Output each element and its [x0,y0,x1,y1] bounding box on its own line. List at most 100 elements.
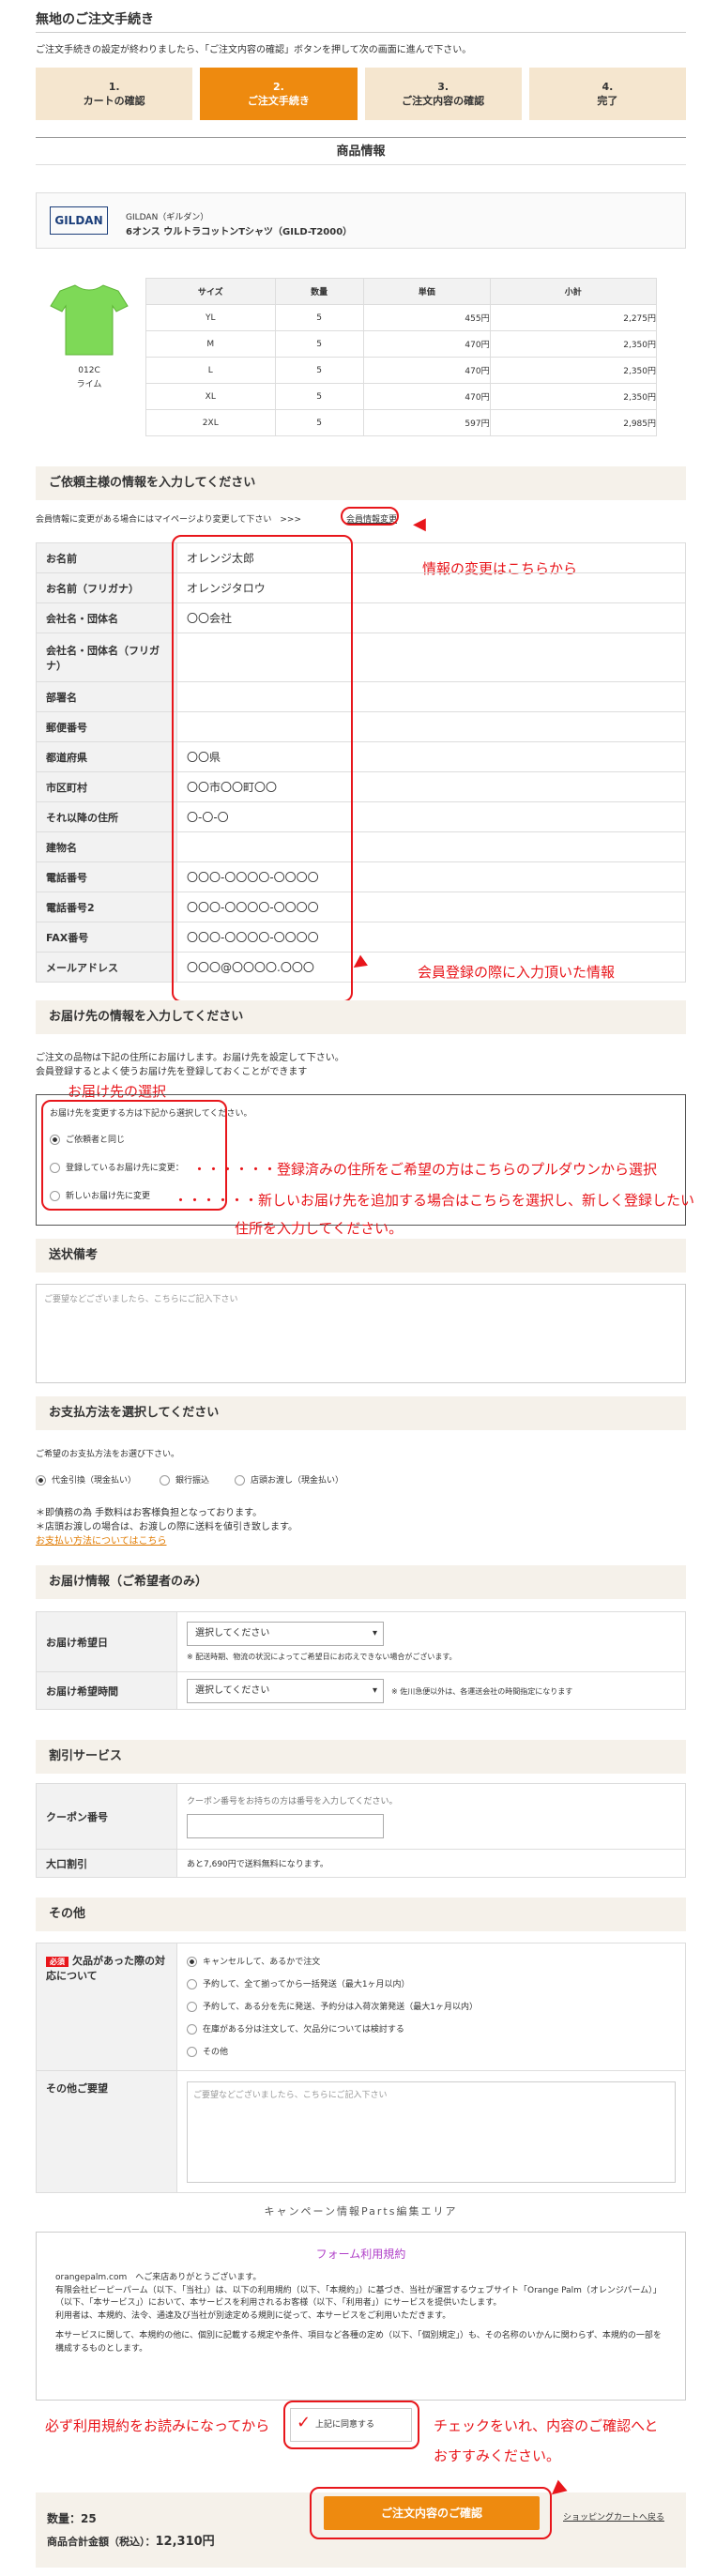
size-table: サイズ 数量 単価 小計 YL 5 455円 2,275円 M 5 470円 2,350円 L 5 470円… [145,278,658,436]
size-cell: 単価 [362,278,491,305]
annotation-terms-3: おすすみください。 [434,2447,561,2464]
field-label: 郵便番号 [36,711,177,742]
field-label: 会社名・団体名 [36,602,177,633]
radio-icon [235,1475,245,1486]
radio-icon [187,2002,197,2012]
step-2: 2. ご注文手続き [200,68,358,120]
confirm-button[interactable]: ご注文内容のご確認 [324,2496,540,2530]
size-cell: 5 [274,357,364,384]
agree-highlight [283,2401,419,2449]
field-label: 建物名 [36,831,177,862]
requester-row: それ以降の住所 〇-〇-〇 [36,801,686,832]
requester-row: 都道府県 〇〇県 [36,741,686,772]
delivery-note-1: ご注文の品物は下記の住所にお届けします。お届け先を設定して下さい。 [36,1053,344,1063]
coupon-note: クーポン番号をお持ちの方は番号を入力してください。 [187,1797,398,1806]
terms-box[interactable]: フォーム利用規約 orangepalm.com へご来店ありがとうございます。 … [36,2232,686,2401]
payment-note-1: ＊即債務の為 手数料はお客様負担となっております。 [36,1508,263,1518]
radio-icon [187,2024,197,2035]
annotation-registered: ・・・・・・登録済みの住所をご希望の方はこちらのプルダウンから選択 [192,1161,658,1178]
stock-option[interactable]: 予約して、全て揃ってから一括発送（最大1ヶ月以内） [187,1977,676,1989]
size-cell: L [145,357,276,384]
terms-p2: 有限会社ビーピーパーム（以下、「当社」）は、以下の利用規約（以下、「本規約」）に… [55,2285,662,2309]
size-cell: 470円 [362,330,491,358]
terms-p1: orangepalm.com へご来店ありがとうございます。 [55,2273,262,2282]
size-cell: M [145,330,276,358]
coupon-label: クーポン番号 [36,1783,177,1850]
field-label: メールアドレス [36,952,177,983]
size-cell: XL [145,383,276,410]
payment-info-link[interactable]: お支払い方法についてはこちら [36,1532,167,1547]
size-cell: YL [145,304,276,331]
stock-option[interactable]: 在庫がある分は注文して、欠品分については検討する [187,2022,676,2035]
product-name: 6オンス ウルトラコットンTシャツ（GILD-T2000） [126,227,353,237]
requester-table: お名前 オレンジ太郎 お名前（フリガナ） オレンジタロウ 会社名・団体名 〇〇会社 会社名・… [36,542,686,983]
payment-store[interactable]: 店頭お渡し（現金払い） [235,1473,343,1486]
radio-icon [187,1979,197,1989]
requester-row: 会社名・団体名（フリガナ） [36,633,686,682]
radio-icon [36,1475,46,1486]
size-cell: 2,350円 [489,383,658,410]
terms-p3: 利用者は、本規約、法令、通達及び当社が別途定める規則に従って、本サービスをご利用… [55,2310,451,2321]
stock-option[interactable]: キャンセルして、あるかで注文 [187,1955,676,1967]
required-badge: 必須 [46,1957,69,1967]
bulk-note: あと7,690円で送料無料になります。 [176,1849,686,1878]
wish-table: お届け希望日選択してください ※ 配送時期、物流の状況によってご希望日にお応えでき… [36,1611,686,1710]
request-textarea[interactable]: ご要望などございましたら、こちらにご記入下さい [187,2081,676,2183]
size-cell: 2,350円 [489,330,658,358]
size-cell: 2,350円 [489,357,658,384]
member-info-highlight [172,535,353,1002]
discount-section-title: 割引サービス [36,1740,686,1774]
terms-p4: 本サービスに関して、本規約の他に、個別に記載する規定や条件、項目など各種の定め（… [55,2331,662,2354]
payment-cod[interactable]: 代金引換（現金払い） [36,1473,136,1486]
requester-row: 電話番号2 〇〇〇-〇〇〇〇-〇〇〇〇 [36,892,686,922]
payment-bank[interactable]: 銀行振込 [160,1473,209,1486]
size-cell: 5 [274,383,364,410]
other-section-title: その他 [36,1898,686,1931]
requester-row: お名前（フリガナ） オレンジタロウ [36,572,686,603]
payment-section-title: お支払方法を選択してください [36,1396,686,1430]
field-label: 電話番号2 [36,892,177,922]
step-3: 3. ご注文内容の確認 [364,68,522,120]
back-to-cart-link[interactable]: ショッピングカートへ戻る [563,2510,664,2523]
date-note: ※ 配送時期、物流の状況によってご希望日にお応えできない場合がございます。 [187,1653,457,1661]
stock-option[interactable]: その他 [187,2045,676,2057]
coupon-input[interactable] [187,1814,384,1838]
remarks-textarea[interactable]: ご要望などございましたら、こちらにご記入下さい [36,1284,686,1383]
field-label: お名前 [36,542,177,573]
size-row: M 5 470円 2,350円 [145,330,658,358]
requester-section-title: ご依頼主様の情報を入力してください [36,466,686,500]
change-note: 会員情報に変更がある場合にはマイページより変更して下さい >>> [36,515,301,525]
discount-table: クーポン番号 クーポン番号をお持ちの方は番号を入力してください。 大口割引 あと7,… [36,1783,686,1878]
requester-row: FAX番号 〇〇〇-〇〇〇〇-〇〇〇〇 [36,922,686,953]
stock-options: キャンセルして、あるかで注文 予約して、全て揃ってから一括発送（最大1ヶ月以内） 予… [176,1943,686,2071]
payment-note-2: ＊店頭お渡しの場合は、お渡しの際に送料を値引き致します。 [36,1522,297,1532]
time-select[interactable]: 選択してください [187,1678,384,1703]
other-table: 必須 欠品があった際の対応について キャンセルして、あるかで注文 予約して、全て揃っ… [36,1943,686,2193]
gildan-logo: GILDAN [50,206,108,235]
page-title: 無地のご注文手続き [36,12,154,27]
field-label: FAX番号 [36,922,177,953]
size-cell: 小計 [489,278,658,305]
field-label: 部署名 [36,681,177,712]
date-select[interactable]: 選択してください [187,1622,384,1646]
change-link-highlight [341,507,399,526]
time-note: ※ 佐川急便以外は、各運送会社の時間指定になります [391,1686,573,1696]
size-cell: 470円 [362,357,491,384]
step-progress: 1. カートの確認 2. ご注文手続き 3. ご注文内容の確認 4. 完了 [36,68,686,120]
remarks-section-title: 送状備考 [36,1239,686,1273]
requester-row: お名前 オレンジ太郎 [36,542,686,573]
time-label: お届け希望時間 [36,1671,177,1710]
delivery-section-title: お届け先の情報を入力してください [36,1000,686,1034]
step-4: 4. 完了 [528,68,686,120]
terms-title: フォーム利用規約 [315,2248,406,2261]
size-cell: 597円 [362,409,491,436]
product-header: GILDAN GILDAN（ギルダン） 6オンス ウルトラコットンTシャツ（GI… [36,192,686,249]
stock-option[interactable]: 予約して、ある分を先に発送、予約分は入荷次第発送（最大1ヶ月以内） [187,2000,676,2012]
qty-summary: 数量：25 [47,2512,97,2525]
radio-icon [160,1475,170,1486]
bulk-label: 大口割引 [36,1849,177,1878]
size-cell: 5 [274,304,364,331]
tshirt-image [49,282,129,357]
product-brand: GILDAN（ギルダン） [126,213,209,222]
field-label: お名前（フリガナ） [36,572,177,603]
